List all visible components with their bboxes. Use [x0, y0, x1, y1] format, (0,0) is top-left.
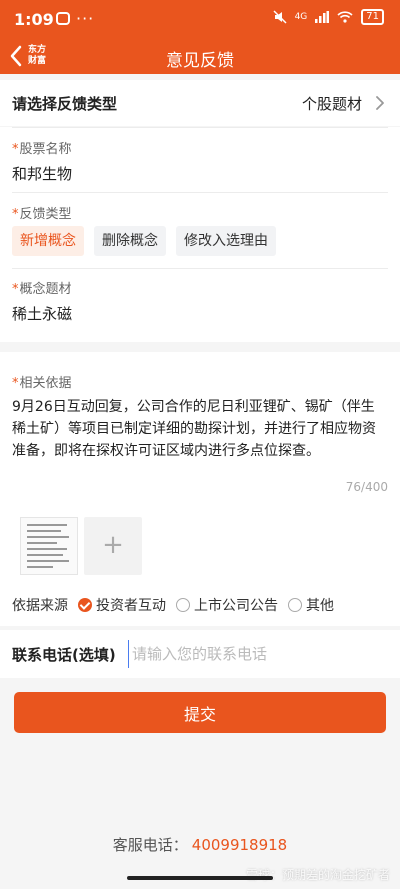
feedback-type-row[interactable]: 请选择反馈类型 个股题材 — [0, 80, 400, 126]
stock-name-value[interactable]: 和邦生物 — [12, 163, 72, 184]
feedback-kind-label-text: 反馈类型 — [19, 207, 72, 222]
feedback-kind-options: 新增概念 删除概念 修改入选理由 — [12, 226, 276, 256]
phone-row: 联系电话(选填) — [0, 630, 400, 678]
wifi-icon — [337, 11, 353, 23]
divider — [12, 192, 388, 193]
basis-label-text: 相关依据 — [19, 376, 72, 391]
service-label: 客服电话： — [112, 836, 188, 854]
message-icon — [56, 12, 70, 25]
concept-label-text: 概念题材 — [19, 282, 72, 297]
mute-icon — [273, 10, 287, 24]
concept-value[interactable]: 稀土永磁 — [12, 303, 72, 324]
status-time: 1:09 — [14, 10, 54, 29]
radio-unchecked-icon — [288, 598, 302, 612]
chevron-right-icon — [376, 96, 384, 110]
source-row: 依据来源 投资者互动 上市公司公告 其他 — [12, 595, 334, 615]
source-label: 依据来源 — [12, 598, 68, 614]
feedback-kind-label: *反馈类型 — [12, 203, 72, 222]
char-counter: 76/400 — [345, 480, 388, 494]
feedback-type-label: 请选择反馈类型 — [12, 95, 118, 113]
required-mark: * — [12, 282, 19, 297]
basis-card: *相关依据 9月26日互动回复，公司合作的尼日利亚锂矿、锡矿（伴生稀土矿）等项目… — [0, 352, 400, 626]
stock-name-label-text: 股票名称 — [19, 142, 72, 157]
source-option-other[interactable]: 其他 — [288, 595, 334, 615]
source-option-label: 投资者互动 — [96, 598, 166, 614]
home-indicator — [127, 876, 273, 880]
plus-icon: + — [102, 530, 124, 560]
basis-textarea[interactable]: 9月26日互动回复，公司合作的尼日利亚锂矿、锡矿（伴生稀土矿）等项目已制定详细的… — [12, 396, 388, 462]
chip-remove-concept[interactable]: 删除概念 — [94, 226, 166, 256]
watermark: 雪球：预期差的淘金挖矿者 — [245, 868, 390, 882]
divider — [12, 268, 388, 269]
concept-label: *概念题材 — [12, 278, 72, 297]
phone-input[interactable] — [128, 640, 388, 668]
attachment-thumbnail[interactable] — [20, 517, 78, 575]
feedback-type-value: 个股题材 — [301, 95, 362, 113]
source-option-label: 上市公司公告 — [194, 598, 278, 614]
page-title: 意见反馈 — [166, 51, 234, 71]
service-number[interactable]: 4009918918 — [192, 836, 287, 854]
radio-unchecked-icon — [176, 598, 190, 612]
battery-icon: 71 — [361, 9, 384, 25]
source-option-investor[interactable]: 投资者互动 — [78, 595, 166, 615]
signal-icon — [315, 11, 330, 23]
submit-button[interactable]: 提交 — [14, 692, 386, 733]
status-bar: 1:09 ··· 4G 71 — [0, 0, 400, 38]
source-option-label: 其他 — [306, 598, 334, 614]
divider — [12, 127, 388, 128]
network-type: 4G — [294, 12, 308, 22]
status-right-icons: 4G 71 — [273, 9, 384, 25]
service-phone: 客服电话： 4009918918 — [0, 834, 400, 855]
status-dots: ··· — [76, 9, 95, 28]
stock-name-label: *股票名称 — [12, 138, 72, 157]
required-mark: * — [12, 142, 19, 157]
required-mark: * — [12, 207, 19, 222]
chip-add-concept[interactable]: 新增概念 — [12, 226, 84, 256]
chip-modify-reason[interactable]: 修改入选理由 — [176, 226, 276, 256]
add-image-button[interactable]: + — [84, 517, 142, 575]
required-mark: * — [12, 376, 19, 391]
radio-checked-icon — [78, 598, 92, 612]
phone-label: 联系电话(选填) — [12, 646, 116, 664]
basis-label: *相关依据 — [12, 372, 72, 391]
source-option-announcement[interactable]: 上市公司公告 — [176, 595, 278, 615]
nav-bar: 东方 财富 意见反馈 — [0, 38, 400, 74]
